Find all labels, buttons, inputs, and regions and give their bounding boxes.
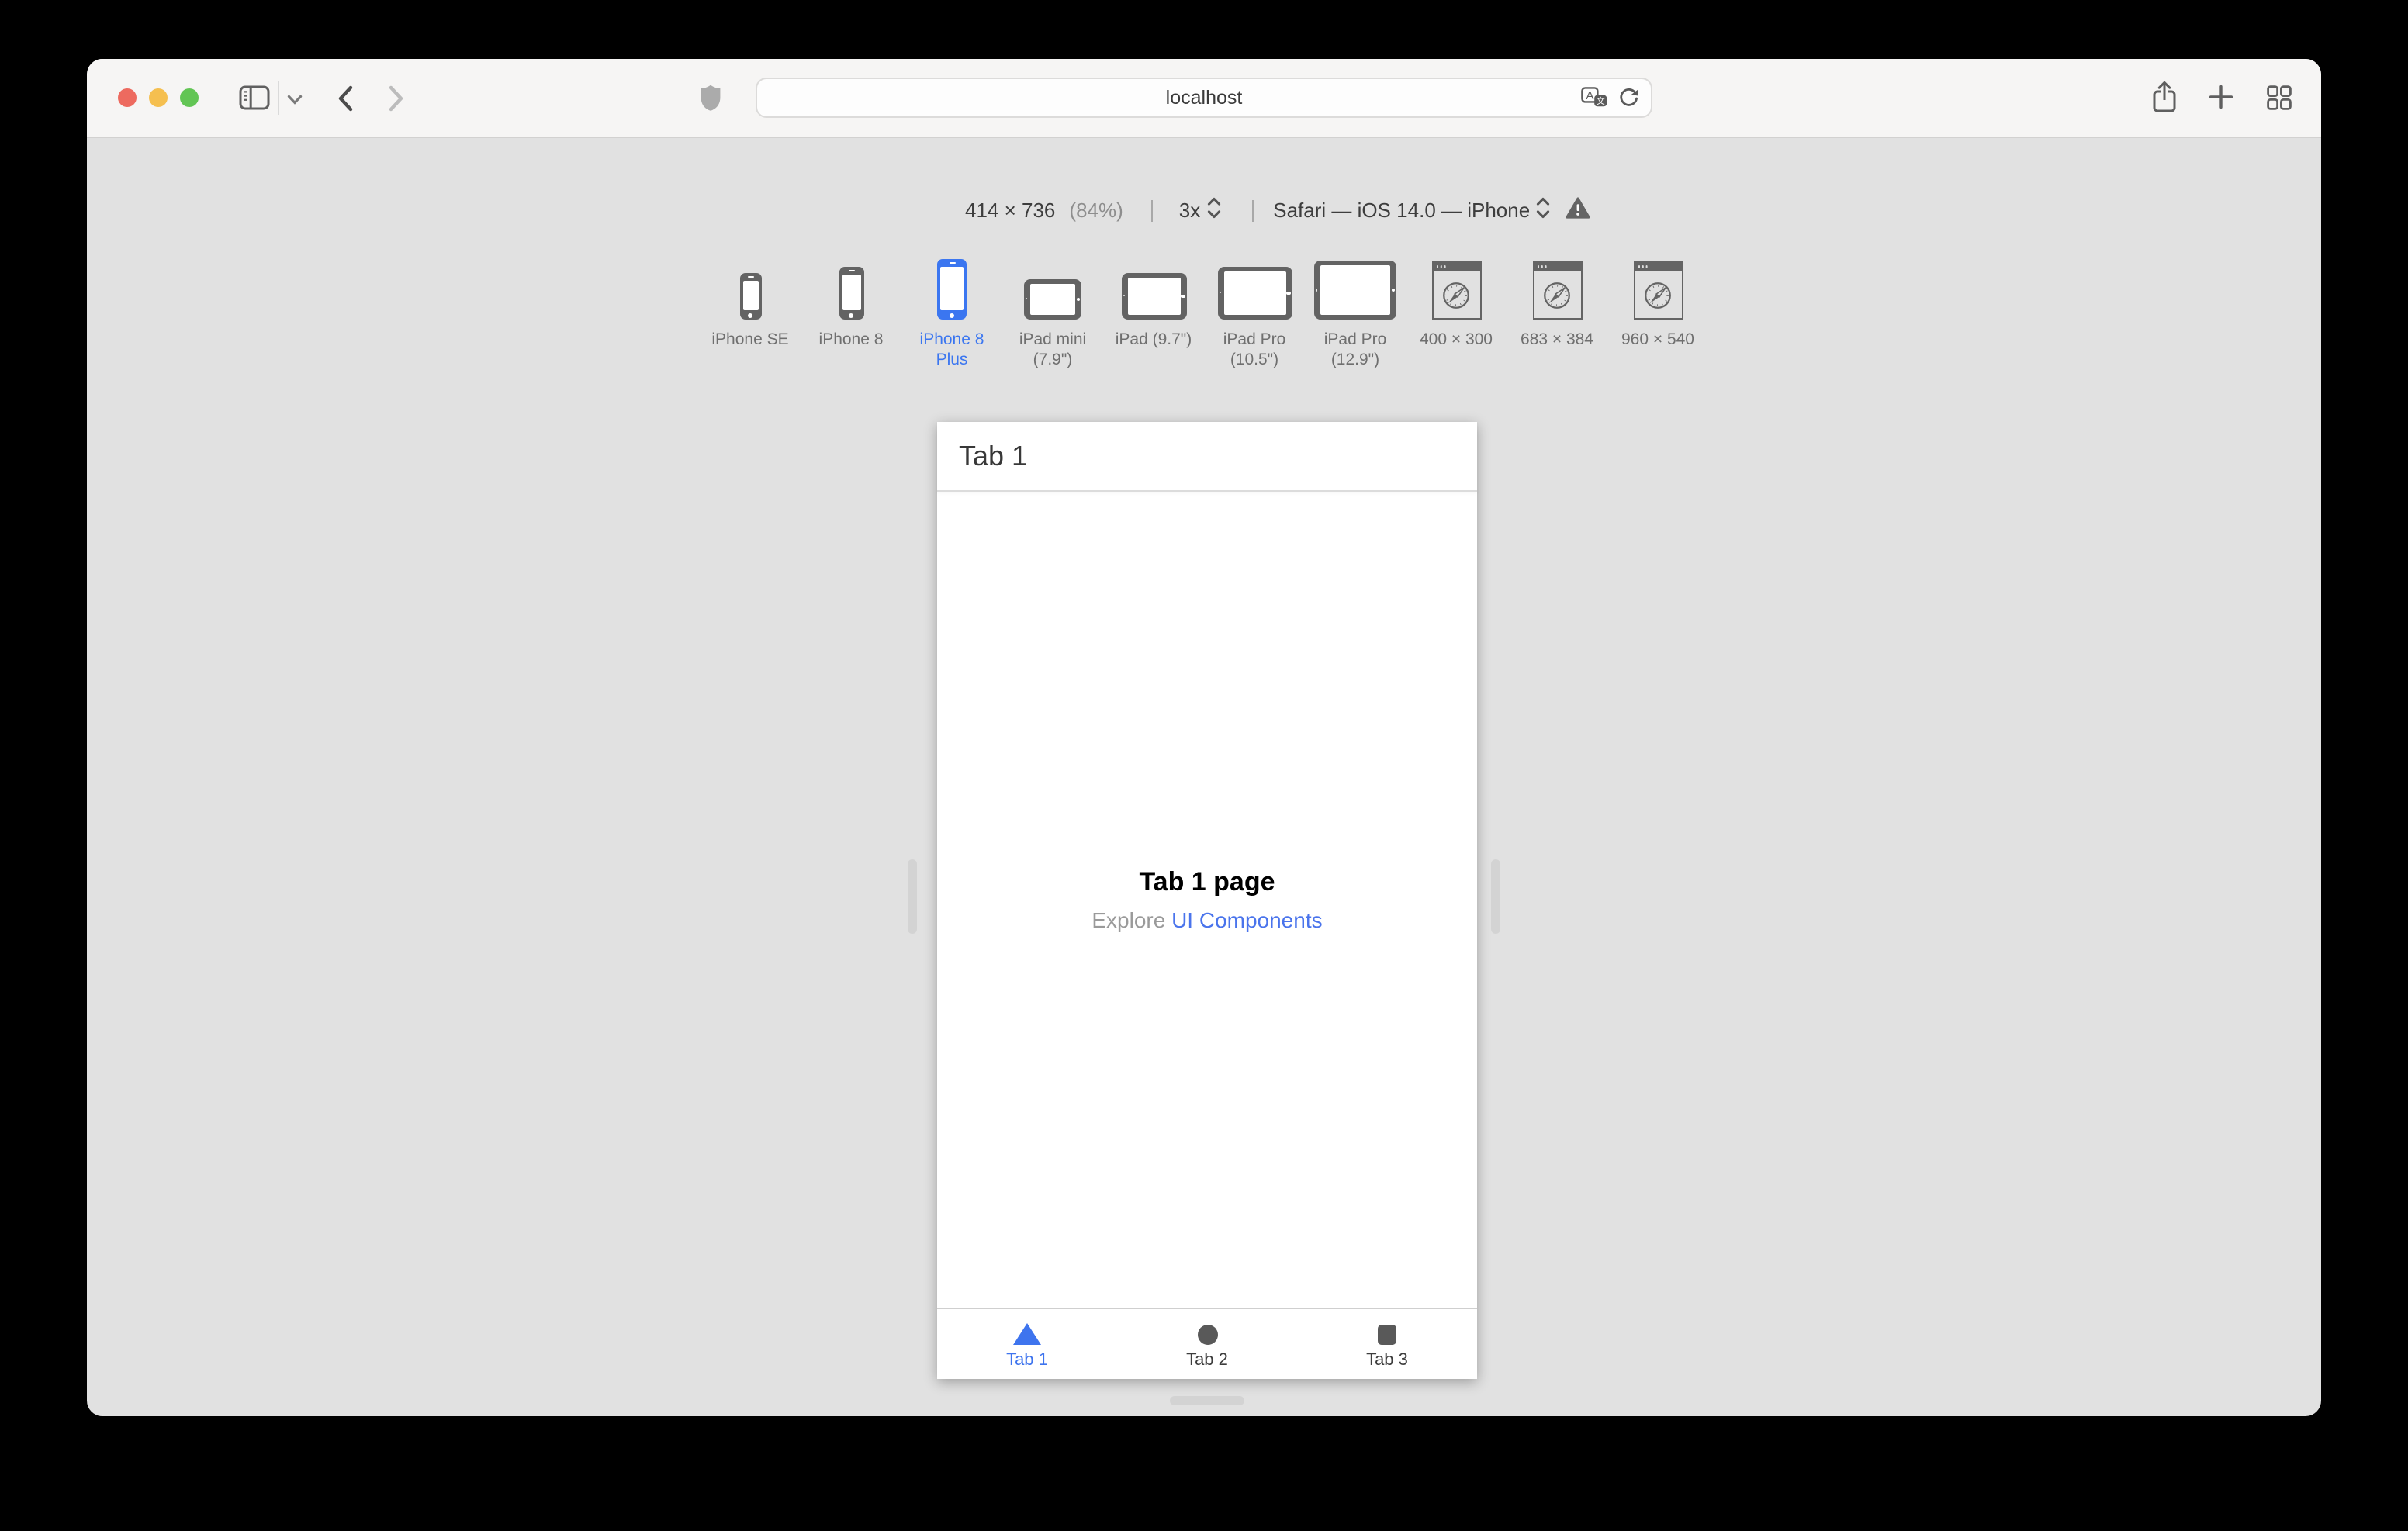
app-tabbar: Tab 1 Tab 2 Tab 3 [937, 1308, 1477, 1379]
tab-overview-grid-icon[interactable] [2267, 85, 2292, 110]
device-preset-iphone-se[interactable]: iPhone SE [703, 257, 797, 369]
ipad-mini-icon [1024, 257, 1081, 320]
ipad-icon [1121, 257, 1186, 320]
device-preset-400x300[interactable]: 400 × 300 [1409, 257, 1503, 369]
device-preset-ipad-pro-105[interactable]: iPad Pro (10.5") [1207, 257, 1302, 369]
square-icon [1378, 1324, 1396, 1344]
privacy-shield-icon [700, 84, 721, 112]
ipad-pro-129-icon [1314, 257, 1396, 320]
sidebar-toggle-icon[interactable] [239, 85, 270, 110]
device-preset-ipad[interactable]: iPad (9.7") [1106, 257, 1201, 369]
iphone-se-icon [739, 257, 761, 320]
divider [1150, 199, 1153, 221]
divider [1251, 199, 1254, 221]
iphone-8-icon [839, 257, 863, 320]
device-preset-ipad-mini[interactable]: iPad mini (7.9") [1005, 257, 1100, 369]
device-preset-683x384[interactable]: 683 × 384 [1510, 257, 1604, 369]
zoom-window-button[interactable] [180, 88, 199, 107]
tab-3[interactable]: Tab 3 [1297, 1309, 1477, 1379]
browser-window-compass-icon [1633, 257, 1683, 320]
browser-window-compass-icon [1431, 257, 1481, 320]
reload-icon[interactable] [1618, 87, 1639, 109]
close-window-button[interactable] [118, 88, 137, 107]
tab-1[interactable]: Tab 1 [937, 1309, 1117, 1379]
forward-button[interactable] [388, 85, 405, 112]
device-preset-960x540[interactable]: 960 × 540 [1611, 257, 1705, 369]
viewport-dimensions: 414 × 736 [965, 199, 1056, 222]
app-page-content: Tab 1 page Explore UI Components [937, 490, 1477, 1308]
page-title: Tab 1 page [1139, 866, 1275, 896]
traffic-lights [118, 88, 199, 107]
ui-components-link[interactable]: UI Components [1171, 907, 1323, 931]
user-agent-select[interactable]: Safari — iOS 14.0 — iPhone [1273, 199, 1530, 222]
svg-text:A: A [1586, 89, 1593, 102]
page-subtitle: Explore UI Components [1092, 907, 1322, 931]
browser-toolbar: localhost A 文 [87, 59, 2321, 138]
resize-handle-left[interactable] [908, 859, 917, 934]
resize-handle-right[interactable] [1491, 859, 1500, 934]
triangle-icon [1013, 1322, 1041, 1344]
device-preset-row: iPhone SE iPhone 8 iPhone 8 Plus iPad mi… [703, 257, 1705, 369]
address-bar[interactable]: localhost A 文 [756, 78, 1652, 118]
warning-icon[interactable] [1566, 197, 1590, 223]
resize-handle-bottom[interactable] [1170, 1396, 1244, 1405]
url-text: localhost [1165, 87, 1243, 109]
browser-window-compass-icon [1532, 257, 1582, 320]
device-preset-ipad-pro-129[interactable]: iPad Pro (12.9") [1308, 257, 1403, 369]
minimize-window-button[interactable] [149, 88, 168, 107]
app-navbar-title: Tab 1 [959, 440, 1028, 471]
share-icon[interactable] [2152, 81, 2177, 113]
sidebar-menu-chevron-down-icon[interactable] [287, 95, 303, 105]
safari-window: localhost A 文 414 × 736 (84%) 3x Safari … [87, 59, 2321, 1416]
tab-2[interactable]: Tab 2 [1117, 1309, 1297, 1379]
screen: localhost A 文 414 × 736 (84%) 3x Safari … [0, 0, 2408, 1531]
device-preset-iphone-8[interactable]: iPhone 8 [804, 257, 898, 369]
translate-icon[interactable]: A 文 [1581, 87, 1607, 109]
toolbar-divider [278, 81, 279, 115]
pixel-ratio-select[interactable]: 3x [1179, 199, 1200, 222]
back-button[interactable] [337, 85, 354, 112]
circle-icon [1197, 1324, 1217, 1344]
ipad-pro-105-icon [1217, 257, 1292, 320]
new-tab-plus-icon[interactable] [2209, 85, 2233, 109]
device-preset-iphone-8-plus[interactable]: iPhone 8 Plus [905, 257, 999, 369]
iphone-8-plus-icon [937, 257, 967, 320]
pixel-ratio-stepper-icon[interactable] [1206, 197, 1220, 223]
device-viewport: Tab 1 Tab 1 page Explore UI Components T… [937, 422, 1477, 1379]
rdm-status-bar: 414 × 736 (84%) 3x Safari — iOS 14.0 — i… [965, 197, 1590, 223]
user-agent-stepper-icon[interactable] [1536, 197, 1550, 223]
svg-text:文: 文 [1597, 95, 1605, 106]
zoom-level: (84%) [1069, 199, 1123, 222]
app-navbar: Tab 1 [937, 422, 1477, 492]
subtitle-text: Explore [1092, 907, 1172, 931]
